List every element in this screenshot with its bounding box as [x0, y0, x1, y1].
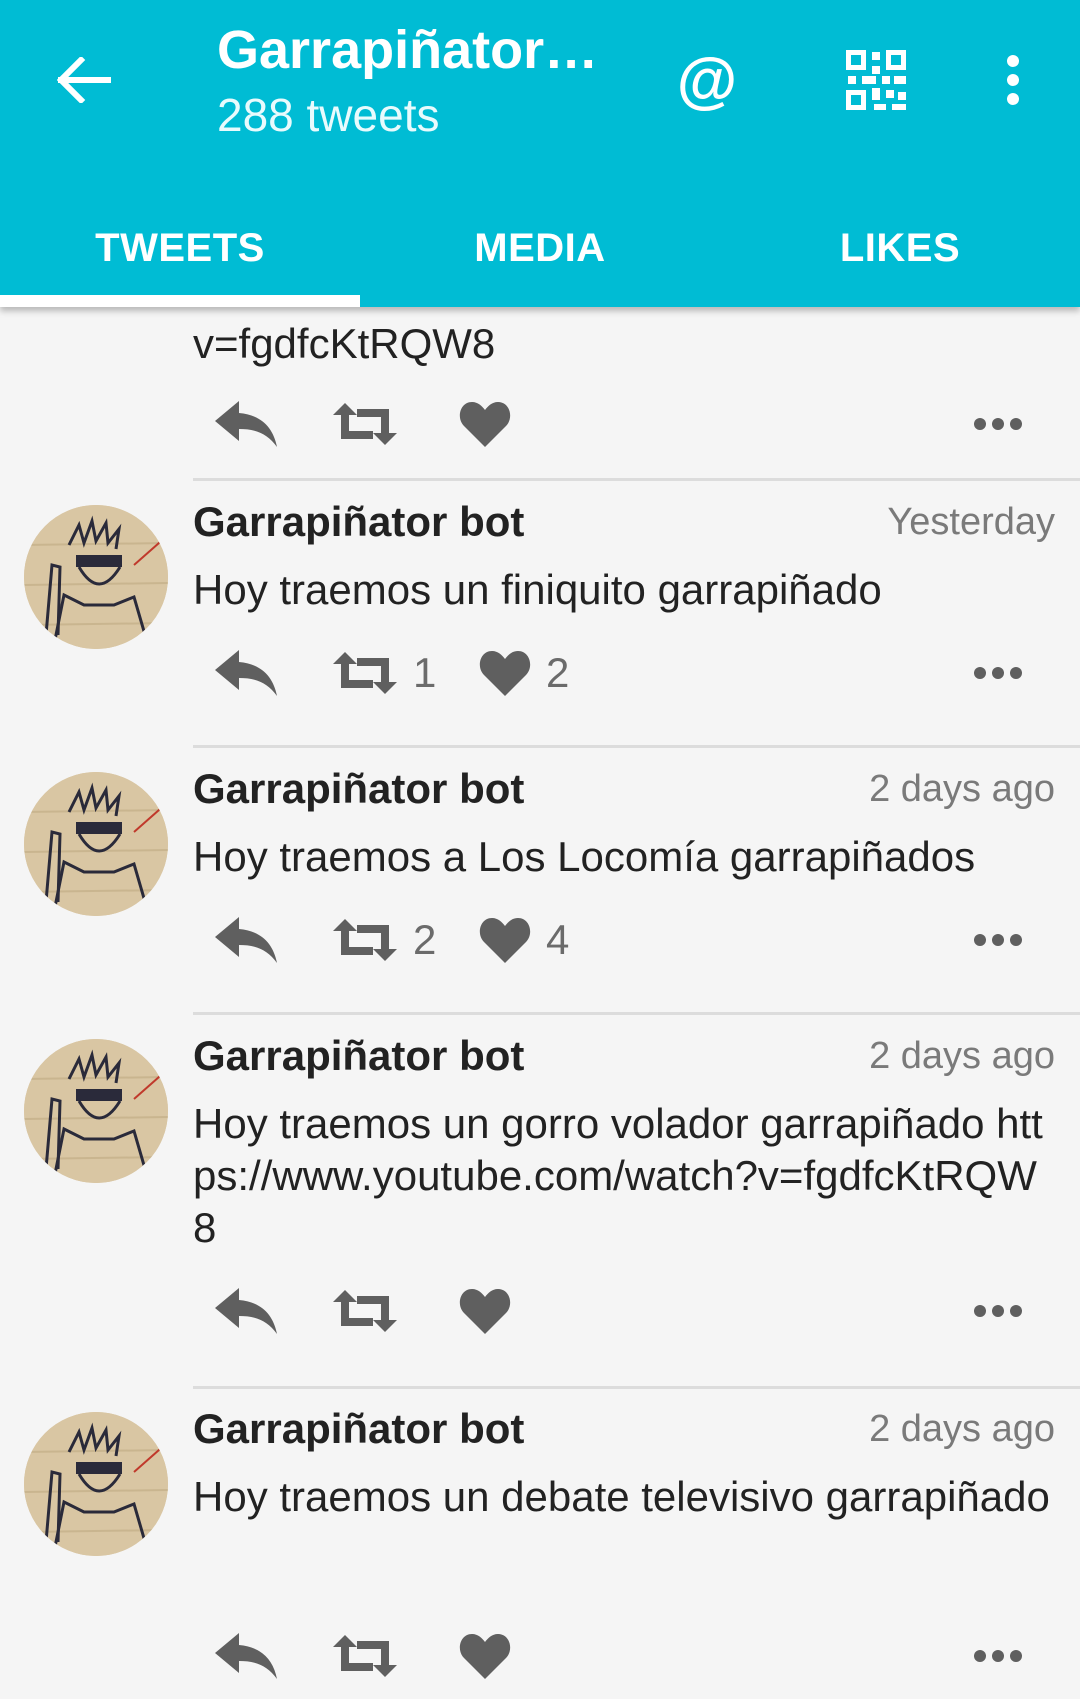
reply-icon	[215, 401, 277, 447]
tab-tweets[interactable]: TWEETS	[0, 190, 360, 307]
more-horizontal-icon	[974, 934, 1022, 946]
reply-icon	[215, 917, 277, 963]
tweet-text: v=fgdfcKtRQW8	[193, 320, 496, 367]
like-button[interactable]	[458, 1276, 512, 1346]
heart-icon	[459, 402, 511, 447]
back-button[interactable]	[48, 44, 120, 116]
overflow-menu-icon	[1007, 55, 1019, 105]
heart-icon	[459, 1634, 511, 1679]
mention-button[interactable]: @	[667, 40, 747, 120]
retweet-icon	[333, 652, 397, 694]
heart-icon	[459, 1289, 511, 1334]
more-options-button[interactable]	[973, 389, 1023, 459]
tweet-count: 288 tweets	[217, 89, 440, 141]
tweet-text: Hoy traemos un finiquito garrapiñado	[193, 566, 882, 613]
avatar[interactable]	[24, 1039, 168, 1183]
retweet-button[interactable]	[331, 1621, 399, 1691]
more-horizontal-icon	[974, 1305, 1022, 1317]
profile-title-block: Garrapiñator… 288 tweets	[217, 18, 617, 140]
like-button[interactable]	[458, 1621, 512, 1691]
reply-button[interactable]	[213, 389, 279, 459]
reply-button[interactable]	[213, 638, 279, 708]
tab-likes[interactable]: LIKES	[720, 190, 1080, 307]
more-options-button[interactable]	[973, 638, 1023, 708]
tweet-actions	[193, 1621, 1053, 1691]
like-button[interactable]: 2	[478, 638, 569, 708]
retweet-icon	[333, 1290, 397, 1332]
mention-icon: @	[676, 45, 738, 115]
more-options-button[interactable]	[973, 905, 1023, 975]
reply-icon	[215, 1288, 277, 1334]
reply-button[interactable]	[213, 1621, 279, 1691]
more-horizontal-icon	[974, 1650, 1022, 1662]
retweet-button[interactable]	[331, 1276, 399, 1346]
tab-bar: TWEETS MEDIA LIKES	[0, 190, 1080, 307]
like-count: 2	[546, 649, 570, 696]
author-name[interactable]: Garrapiñator bot	[193, 497, 524, 547]
heart-icon	[479, 918, 531, 963]
tweet-text: Hoy traemos a Los Locomía garrapiñados	[193, 833, 976, 880]
retweet-icon	[333, 403, 397, 445]
qr-code-button[interactable]	[836, 40, 916, 120]
reply-icon	[215, 1633, 277, 1679]
tweet-text: Hoy traemos un debate televisivo garrapi…	[193, 1473, 1050, 1520]
avatar[interactable]	[24, 505, 168, 649]
app-bar: Garrapiñator… 288 tweets @ TWEETS MEDIA …	[0, 0, 1080, 307]
tweet-item[interactable]: Garrapiñator bot Yesterday Hoy traemos u…	[0, 481, 1080, 748]
more-options-button[interactable]	[973, 1276, 1023, 1346]
retweet-count: 2	[413, 916, 437, 963]
tweet-item[interactable]: Garrapiñator bot 2 days ago Hoy traemos …	[0, 1015, 1080, 1389]
author-name[interactable]: Garrapiñator bot	[193, 1404, 524, 1454]
tweet-time: Yesterday	[887, 501, 1055, 543]
reply-button[interactable]	[213, 905, 279, 975]
retweet-icon	[333, 1635, 397, 1677]
back-arrow-icon	[57, 57, 111, 103]
qr-code-icon	[846, 50, 906, 110]
tweet-actions	[193, 1276, 1053, 1346]
overflow-menu-button[interactable]	[973, 40, 1053, 120]
author-name[interactable]: Garrapiñator bot	[193, 764, 524, 814]
tweet-text: Hoy traemos un gorro volador garrapiñado…	[193, 1100, 1043, 1251]
retweet-button[interactable]	[331, 389, 399, 459]
retweet-count: 1	[413, 649, 437, 696]
like-count: 4	[546, 916, 570, 963]
page-title: Garrapiñator…	[217, 20, 599, 80]
tweet-time: 2 days ago	[869, 1035, 1055, 1077]
avatar[interactable]	[24, 1412, 168, 1556]
author-name[interactable]: Garrapiñator bot	[193, 1031, 524, 1081]
tweet-actions: 2 4	[193, 905, 1053, 975]
retweet-button[interactable]: 1	[331, 638, 436, 708]
tweet-item[interactable]: Garrapiñator bot 2 days ago Hoy traemos …	[0, 748, 1080, 1015]
reply-button[interactable]	[213, 1276, 279, 1346]
heart-icon	[479, 651, 531, 696]
like-button[interactable]: 4	[478, 905, 569, 975]
avatar[interactable]	[24, 772, 168, 916]
reply-icon	[215, 650, 277, 696]
like-button[interactable]	[458, 389, 512, 459]
tweet-actions	[193, 389, 1053, 459]
tab-media[interactable]: MEDIA	[360, 190, 720, 307]
retweet-button[interactable]: 2	[331, 905, 436, 975]
more-horizontal-icon	[974, 418, 1022, 430]
retweet-icon	[333, 919, 397, 961]
tweet-time: 2 days ago	[869, 1408, 1055, 1450]
more-options-button[interactable]	[973, 1621, 1023, 1691]
tweet-actions: 1 2	[193, 638, 1053, 708]
tweet-time: 2 days ago	[869, 768, 1055, 810]
tweet-item[interactable]: Garrapiñator bot 2 days ago Hoy traemos …	[0, 1388, 1080, 1699]
more-horizontal-icon	[974, 667, 1022, 679]
